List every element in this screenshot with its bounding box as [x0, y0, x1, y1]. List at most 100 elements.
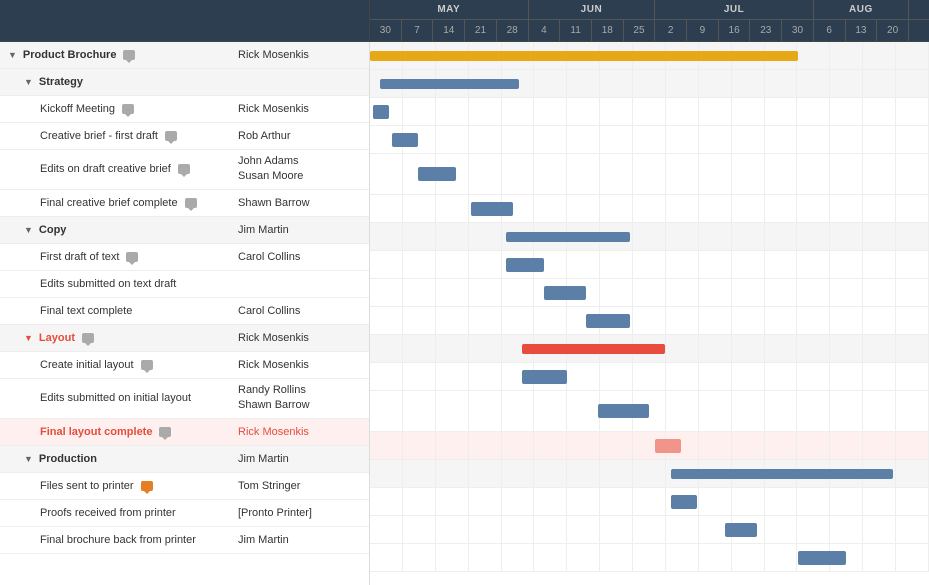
task-cell: Kickoff Meeting [0, 99, 230, 119]
resp-cell: John AdamsSusan Moore [230, 150, 370, 189]
grid-cell [797, 363, 830, 390]
grid-cell [732, 98, 765, 125]
task-cell: Files sent to printer [0, 476, 230, 496]
comment-icon[interactable] [159, 427, 171, 437]
gantt-row: Final brochure back from printerJim Mart… [0, 527, 369, 554]
task-cell: Edits on draft creative brief [0, 159, 230, 179]
comment-icon[interactable] [185, 198, 197, 208]
grid-cell [403, 98, 436, 125]
grid-cell [469, 154, 502, 194]
grid-cell [699, 391, 732, 431]
task-cell: Create initial layout [0, 355, 230, 375]
comment-icon[interactable] [126, 252, 138, 262]
task-cell: Final creative brief complete [0, 193, 230, 213]
grid-cell [699, 98, 732, 125]
grid-cell [403, 363, 436, 390]
grid-cell [469, 544, 502, 571]
triangle-icon[interactable]: ▼ [24, 454, 33, 464]
date-label: 9 [687, 20, 719, 41]
comment-icon[interactable] [178, 164, 190, 174]
grid-cell [666, 279, 699, 306]
resp-cell: Tom Stringer [230, 476, 370, 496]
grid-cell [403, 544, 436, 571]
gantt-row: ▼Strategy [0, 69, 369, 96]
triangle-icon[interactable]: ▼ [8, 50, 17, 60]
gantt-row: ▼CopyJim Martin [0, 217, 369, 244]
grid-cell [765, 154, 798, 194]
grid-cell [600, 363, 633, 390]
grid-cell [863, 363, 896, 390]
grid-cell [830, 195, 863, 222]
grid-cell [830, 279, 863, 306]
grid-cell [436, 391, 469, 431]
col-resp-header [230, 0, 350, 41]
grid-cell [436, 363, 469, 390]
gantt-bar [671, 469, 893, 479]
month-label: JUL [655, 0, 814, 19]
grid-cell [600, 126, 633, 153]
grid-cell [633, 154, 666, 194]
grid-cell [666, 363, 699, 390]
gantt-bar [506, 258, 544, 272]
grid-cell [403, 460, 436, 487]
grid-cell [666, 98, 699, 125]
grid-cell [600, 432, 633, 459]
comment-icon[interactable] [123, 50, 135, 60]
grid-cell [469, 460, 502, 487]
resp-cell [230, 78, 370, 86]
grid-cell [600, 251, 633, 278]
gantt-bar [418, 167, 456, 181]
triangle-icon[interactable]: ▼ [24, 333, 33, 343]
task-label: Edits submitted on text draft [40, 278, 176, 290]
grid-cell [863, 70, 896, 97]
month-label: MAY [370, 0, 529, 19]
grid-cell [699, 154, 732, 194]
grid-cell [370, 335, 403, 362]
grid-cell [502, 279, 535, 306]
task-label: Create initial layout [40, 359, 134, 371]
nav-prev-button[interactable] [350, 0, 370, 41]
grid-cell [567, 391, 600, 431]
gantt-body: ▼Product BrochureRick Mosenkis▼StrategyK… [0, 42, 929, 585]
grid-cell [403, 516, 436, 543]
comment-icon[interactable] [82, 333, 94, 343]
grid-cell [403, 279, 436, 306]
grid-cell [699, 70, 732, 97]
grid-cell [699, 251, 732, 278]
triangle-icon[interactable]: ▼ [24, 77, 33, 87]
grid-cell [765, 488, 798, 515]
grid-cell [600, 70, 633, 97]
task-label: Proofs received from printer [40, 507, 176, 519]
gantt-bar [598, 404, 649, 418]
grid-cell [469, 432, 502, 459]
grid-cell [666, 251, 699, 278]
grid-cell [502, 98, 535, 125]
gantt-row: Proofs received from printer[Pronto Prin… [0, 500, 369, 527]
date-label: 30 [370, 20, 402, 41]
gantt-bar [798, 551, 846, 565]
grid-cell [863, 307, 896, 334]
timeline-row [370, 460, 929, 488]
comment-icon[interactable] [122, 104, 134, 114]
grid-cell [797, 432, 830, 459]
grid-cell [699, 363, 732, 390]
timeline-row [370, 516, 929, 544]
task-label: Edits on draft creative brief [40, 163, 171, 175]
comment-icon[interactable] [141, 360, 153, 370]
grid-cell [732, 544, 765, 571]
task-cell: Creative brief - first draft [0, 126, 230, 146]
grid-cell [600, 488, 633, 515]
gantt-bar [522, 344, 665, 354]
comment-icon[interactable] [141, 481, 153, 491]
gantt-bar [522, 370, 566, 384]
gantt-row: Kickoff MeetingRick Mosenkis [0, 96, 369, 123]
grid-cell [797, 195, 830, 222]
grid-cell [896, 335, 929, 362]
comment-icon[interactable] [165, 131, 177, 141]
month-label: AUG [814, 0, 909, 19]
grid-cell [896, 460, 929, 487]
triangle-icon[interactable]: ▼ [24, 225, 33, 235]
date-label: 2 [655, 20, 687, 41]
grid-cell [732, 279, 765, 306]
grid-cell [403, 195, 436, 222]
